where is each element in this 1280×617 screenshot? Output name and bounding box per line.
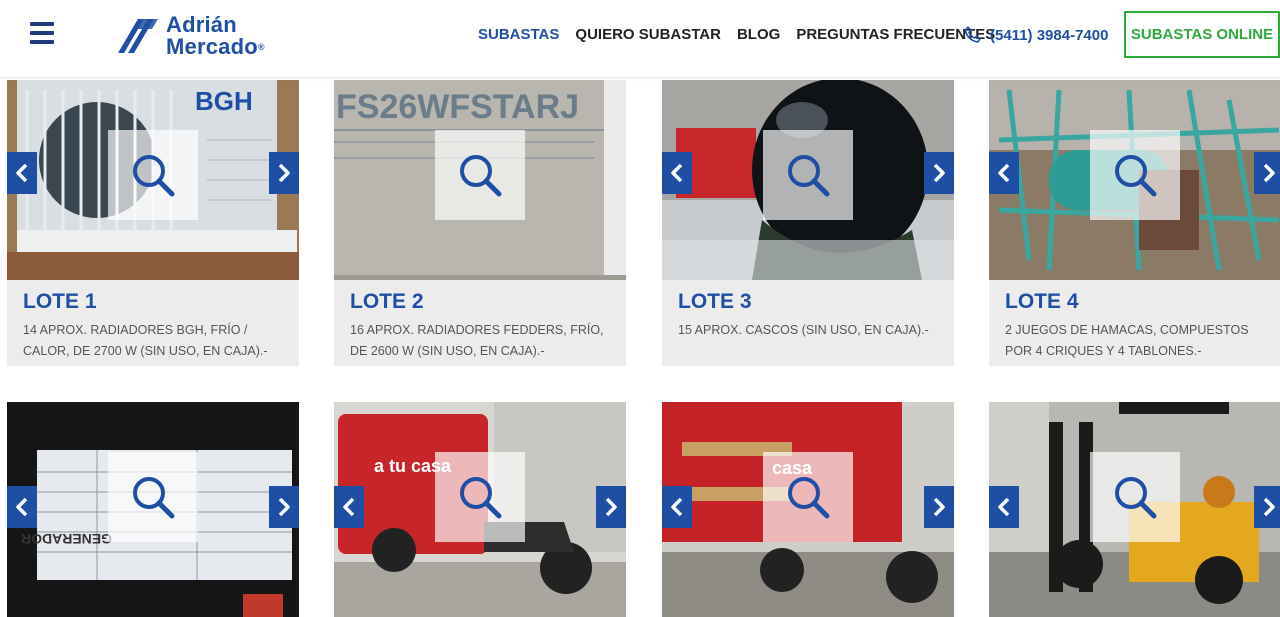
chevron-left-icon — [16, 497, 28, 517]
lot-info: LOTE 2 16 APROX. RADIADORES FEDDERS, FRÍ… — [334, 280, 626, 366]
next-image-button[interactable] — [1254, 486, 1280, 528]
lot-title[interactable]: LOTE 2 — [350, 290, 610, 314]
chevron-right-icon — [278, 163, 290, 183]
site-header: Adrián Mercado® SUBASTAS QUIERO SUBASTAR… — [0, 0, 1280, 78]
logo-text: Adrián Mercado® — [166, 14, 265, 58]
chevron-right-icon — [933, 497, 945, 517]
phone-number: (5411) 3984-7400 — [990, 26, 1109, 44]
lot-image[interactable] — [989, 80, 1280, 280]
lot-image[interactable]: FS26WFSTARJ — [334, 80, 626, 280]
chevron-left-icon — [671, 163, 683, 183]
lot-description: 2 JUEGOS DE HAMACAS, COMPUESTOS POR 4 CR… — [1005, 323, 1249, 358]
lot-info: LOTE 4 2 JUEGOS DE HAMACAS, COMPUESTOS P… — [989, 280, 1280, 366]
lot-title[interactable]: LOTE 4 — [1005, 290, 1265, 314]
zoom-button[interactable] — [1090, 452, 1180, 542]
prev-image-button[interactable] — [662, 486, 692, 528]
zoom-button[interactable] — [108, 130, 198, 220]
next-image-button[interactable] — [596, 486, 626, 528]
lot-description: 16 APROX. RADIADORES FEDDERS, FRÍO, DE 2… — [350, 323, 604, 358]
lot-image[interactable]: casa — [662, 402, 954, 617]
lot-image[interactable]: BGH — [7, 80, 299, 280]
zoom-button[interactable] — [763, 130, 853, 220]
lot-title[interactable]: LOTE 1 — [23, 290, 283, 314]
logo-line1: Adrián — [166, 12, 237, 37]
logo-reg: ® — [257, 42, 265, 52]
search-icon — [1115, 155, 1157, 197]
prev-image-button[interactable] — [989, 486, 1019, 528]
lot-card[interactable]: FS26WFSTARJ LOTE 2 16 APROX. RADIADORES … — [334, 80, 626, 366]
next-image-button[interactable] — [1254, 152, 1280, 194]
search-icon — [1115, 477, 1157, 519]
chevron-left-icon — [998, 163, 1010, 183]
prev-image-button[interactable] — [7, 486, 37, 528]
logo-mark-icon — [118, 19, 158, 53]
lot-info: LOTE 1 14 APROX. RADIADORES BGH, FRÍO / … — [7, 280, 299, 366]
logo-line2: Mercado — [166, 34, 258, 59]
prev-image-button[interactable] — [334, 486, 364, 528]
search-icon — [788, 155, 830, 197]
phone-icon — [964, 26, 981, 43]
subastas-online-button[interactable]: SUBASTAS ONLINE — [1124, 11, 1280, 58]
nav-quiero-subastar[interactable]: QUIERO SUBASTAR — [575, 26, 721, 43]
next-image-button[interactable] — [269, 486, 299, 528]
zoom-button[interactable] — [435, 452, 525, 542]
phone-link[interactable]: (5411) 3984-7400 — [962, 24, 1108, 46]
prev-image-button[interactable] — [989, 152, 1019, 194]
zoom-button[interactable] — [763, 452, 853, 542]
image-brand-text: BGH — [195, 86, 253, 116]
chevron-left-icon — [16, 163, 28, 183]
lot-title[interactable]: LOTE 3 — [678, 290, 938, 314]
lot-image[interactable] — [989, 402, 1280, 617]
lot-image[interactable]: a tu casa — [334, 402, 626, 617]
prev-image-button[interactable] — [662, 152, 692, 194]
search-icon — [133, 155, 175, 197]
chevron-left-icon — [671, 497, 683, 517]
nav-subastas[interactable]: SUBASTAS — [478, 26, 559, 43]
chevron-right-icon — [278, 497, 290, 517]
zoom-button[interactable] — [108, 452, 198, 542]
chevron-left-icon — [343, 497, 355, 517]
image-panel-text: GENERADOR — [21, 531, 112, 547]
lot-card[interactable]: a tu casa — [334, 402, 626, 617]
main-nav: SUBASTAS QUIERO SUBASTAR BLOG PREGUNTAS … — [478, 26, 1011, 43]
chevron-left-icon — [998, 497, 1010, 517]
search-icon — [133, 477, 175, 519]
zoom-button[interactable] — [435, 130, 525, 220]
chevron-right-icon — [933, 163, 945, 183]
next-image-button[interactable] — [269, 152, 299, 194]
chevron-right-icon — [605, 497, 617, 517]
lot-card[interactable]: LOTE 4 2 JUEGOS DE HAMACAS, COMPUESTOS P… — [989, 80, 1280, 366]
chevron-right-icon — [1263, 497, 1275, 517]
lot-description: 14 APROX. RADIADORES BGH, FRÍO / CALOR, … — [23, 323, 268, 358]
zoom-button[interactable] — [1090, 130, 1180, 220]
lot-card[interactable]: BGH LOTE 1 14 APROX. RADIADORES BGH, FRÍ… — [7, 80, 299, 366]
lot-card[interactable]: GENERADOR — [7, 402, 299, 617]
chevron-right-icon — [1263, 163, 1275, 183]
nav-blog[interactable]: BLOG — [737, 26, 780, 43]
lot-description: 15 APROX. CASCOS (SIN USO, EN CAJA).- — [678, 323, 929, 337]
search-icon — [460, 477, 502, 519]
lot-card[interactable]: LOTE 3 15 APROX. CASCOS (SIN USO, EN CAJ… — [662, 80, 954, 366]
search-icon — [788, 477, 830, 519]
lot-card[interactable] — [989, 402, 1280, 617]
lot-image[interactable]: GENERADOR — [7, 402, 299, 617]
image-model-text: FS26WFSTARJ — [336, 88, 579, 126]
hamburger-icon[interactable] — [30, 22, 54, 46]
lot-image[interactable] — [662, 80, 954, 280]
next-image-button[interactable] — [924, 152, 954, 194]
lot-card[interactable]: casa — [662, 402, 954, 617]
search-icon — [460, 155, 502, 197]
lot-info: LOTE 3 15 APROX. CASCOS (SIN USO, EN CAJ… — [662, 280, 954, 366]
next-image-button[interactable] — [924, 486, 954, 528]
logo[interactable]: Adrián Mercado® — [116, 12, 265, 60]
prev-image-button[interactable] — [7, 152, 37, 194]
